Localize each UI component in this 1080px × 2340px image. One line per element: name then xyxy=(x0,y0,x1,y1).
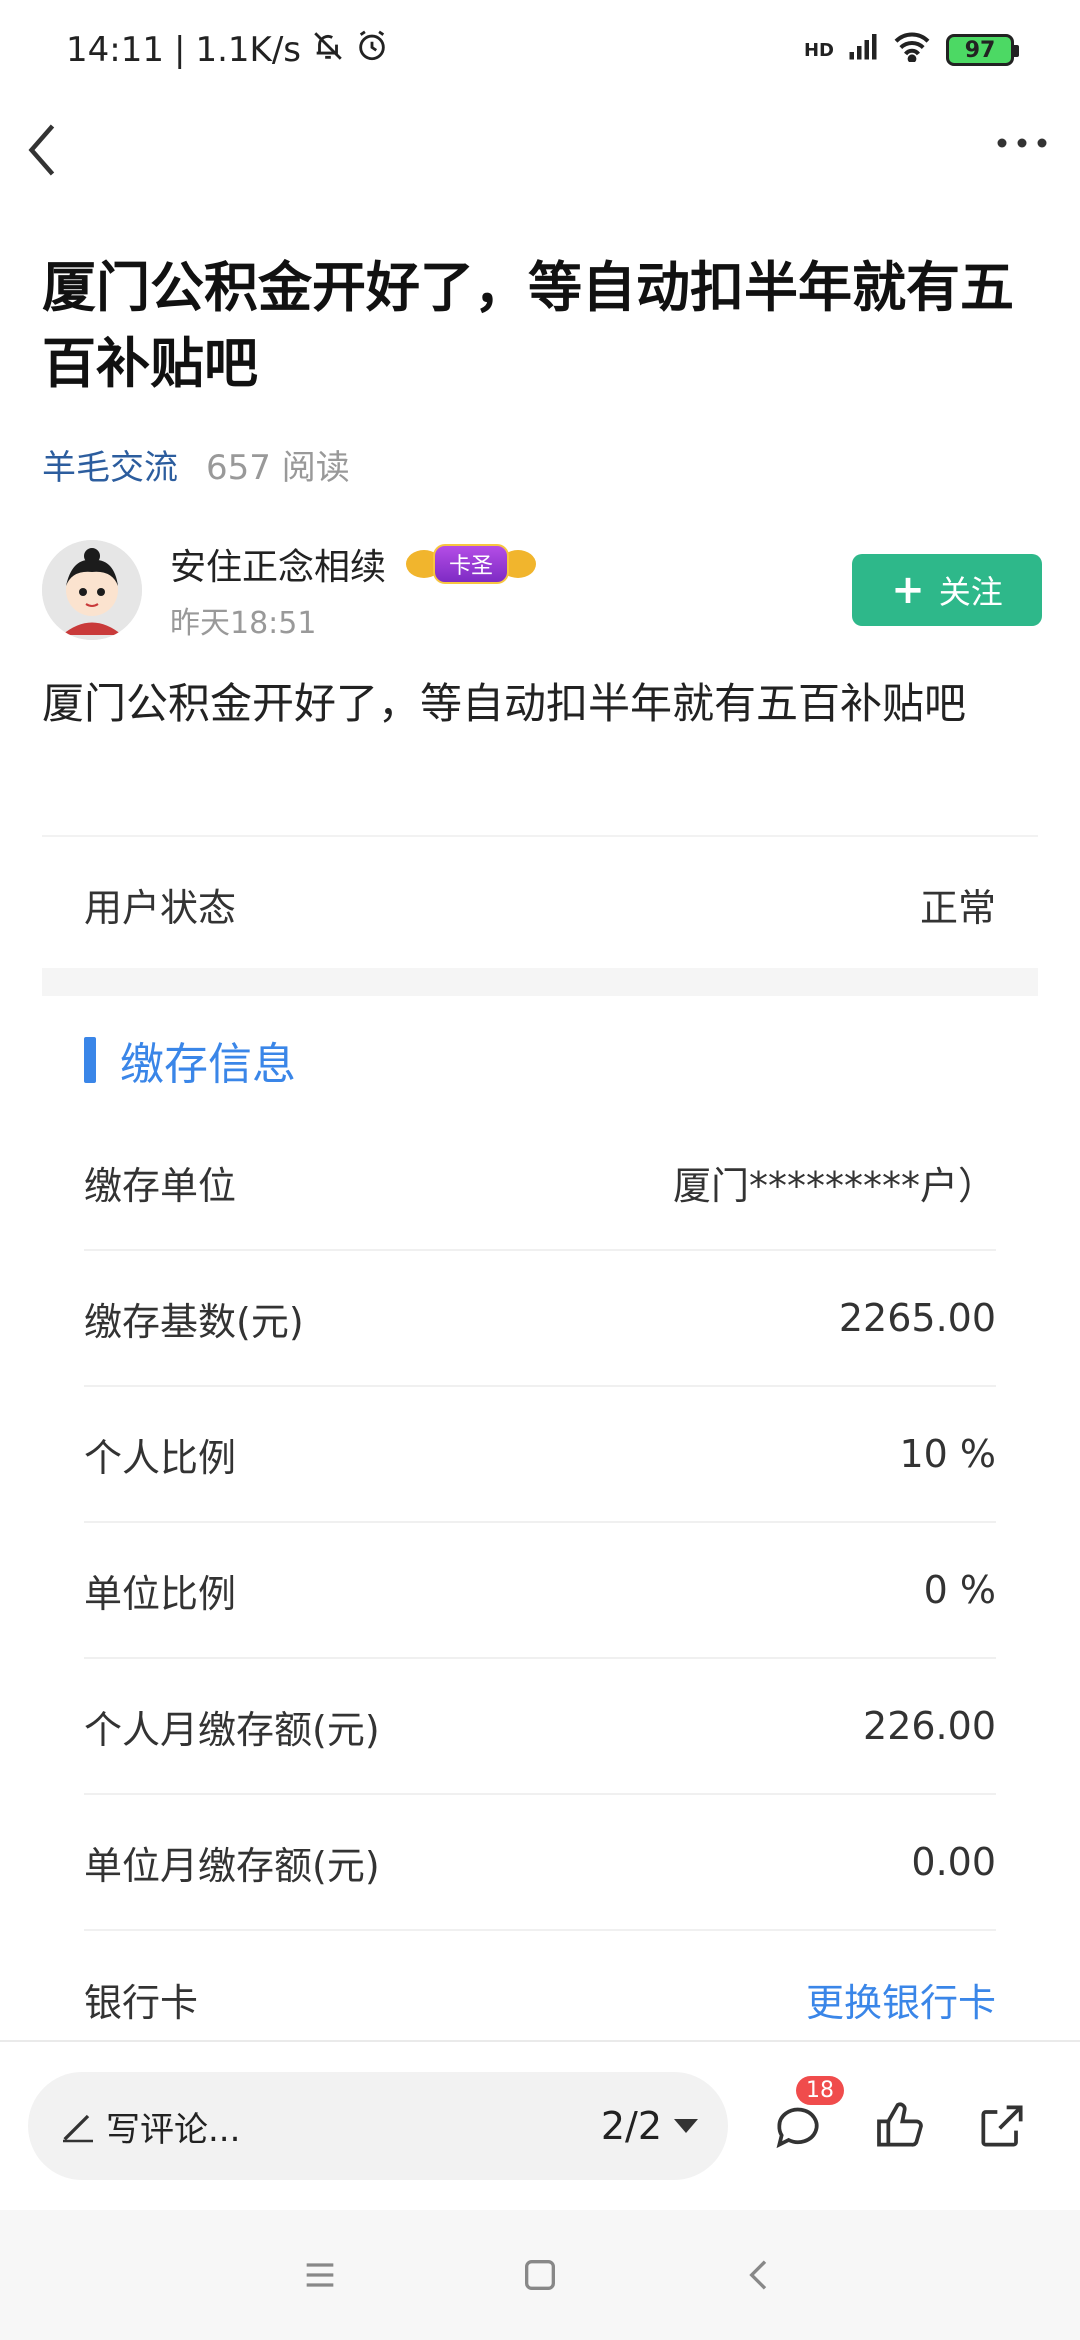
read-count: 657 阅读 xyxy=(206,448,350,488)
article-meta: 羊毛交流 657 阅读 xyxy=(42,440,350,489)
status-time: 14:11 xyxy=(66,30,164,70)
row-value: 0 % xyxy=(923,1568,996,1612)
more-button[interactable] xyxy=(992,122,1052,172)
page-indicator: 2/2 xyxy=(600,2104,662,2148)
pen-icon xyxy=(63,2114,93,2143)
list-item: 缴存基数(元) 2265.00 xyxy=(84,1251,996,1387)
article-title: 厦门公积金开好了，等自动扣半年就有五百补贴吧 xyxy=(42,256,1014,395)
thumbs-up-icon xyxy=(877,2102,923,2147)
status-card: 用户状态 正常 xyxy=(42,835,1038,965)
nav-bar xyxy=(0,100,1080,190)
row-label: 单位月缴存额(元) xyxy=(84,1843,380,1888)
bottom-action-bar: 写评论... 2/2 18 xyxy=(0,2040,1080,2210)
section-divider xyxy=(42,968,1038,996)
row-label: 用户状态 xyxy=(84,885,237,930)
battery-level: 97 xyxy=(964,37,996,63)
row-label: 个人比例 xyxy=(84,1435,237,1480)
comment-button[interactable]: 18 xyxy=(770,2076,844,2154)
caret-down-icon xyxy=(674,2119,698,2133)
change-bank-card-link[interactable]: 更换银行卡 xyxy=(806,1972,996,2027)
list-item: 个人月缴存额(元) 226.00 xyxy=(84,1659,996,1795)
share-button[interactable] xyxy=(974,2098,1030,2154)
page-selector[interactable]: 2/2 xyxy=(601,2104,698,2148)
home-button[interactable] xyxy=(520,2255,560,2295)
list-item: 单位月缴存额(元) 0.00 xyxy=(84,1795,996,1931)
list-item: 个人比例 10 % xyxy=(84,1387,996,1523)
alarm-icon xyxy=(355,29,389,72)
back-button[interactable] xyxy=(20,120,70,176)
level-badge: 卡圣 xyxy=(406,544,537,584)
wifi-icon xyxy=(892,30,932,71)
author-name[interactable]: 安住正念相续 xyxy=(170,538,386,590)
category-link[interactable]: 羊毛交流 xyxy=(42,440,178,489)
status-bar: 14:11 | 1.1K/s HD 97 xyxy=(0,0,1080,100)
system-back-button[interactable] xyxy=(740,2255,780,2295)
back-arrow-icon xyxy=(749,2260,767,2290)
like-button[interactable] xyxy=(872,2098,928,2154)
section-header: 缴存信息 xyxy=(84,1030,296,1090)
comment-input[interactable]: 写评论... 2/2 xyxy=(28,2072,728,2180)
avatar-image xyxy=(42,540,142,640)
list-item: 单位比例 0 % xyxy=(84,1523,996,1659)
info-list: 缴存单位 厦门*********户） 缴存基数(元) 2265.00 个人比例 … xyxy=(84,1115,996,2067)
comment-bubble-icon xyxy=(776,2107,819,2149)
post-time: 昨天18:51 xyxy=(170,606,317,641)
row-value: 2265.00 xyxy=(838,1296,996,1340)
section-marker xyxy=(84,1037,96,1083)
signal-icon xyxy=(848,30,878,70)
row-value: 10 % xyxy=(899,1432,996,1476)
row-label: 单位比例 xyxy=(84,1571,237,1616)
article-body: 厦门公积金开好了，等自动扣半年就有五百补贴吧 xyxy=(42,679,967,728)
menu-icon xyxy=(306,2263,334,2287)
hd-label: HD xyxy=(803,39,834,61)
row-label: 银行卡 xyxy=(84,1980,199,2025)
share-icon xyxy=(981,2105,1023,2147)
avatar[interactable] xyxy=(42,540,142,640)
row-label: 缴存单位 xyxy=(84,1163,237,1208)
status-speed: 1.1K/s xyxy=(195,30,301,70)
plus-icon: + xyxy=(891,567,925,613)
system-nav-bar xyxy=(0,2210,1080,2340)
row-label: 缴存基数(元) xyxy=(84,1299,304,1344)
mute-icon xyxy=(311,29,345,72)
row-value: 226.00 xyxy=(863,1704,996,1748)
comment-count-badge: 18 xyxy=(796,2076,844,2105)
list-item: 缴存单位 厦门*********户） xyxy=(84,1115,996,1251)
section-title: 缴存信息 xyxy=(120,1039,296,1090)
row-value: 正常 xyxy=(919,885,996,930)
row-value: 0.00 xyxy=(911,1840,996,1884)
menu-button[interactable] xyxy=(300,2255,340,2295)
row-value: 厦门*********户） xyxy=(672,1163,996,1208)
home-square-icon xyxy=(525,2260,555,2290)
follow-button[interactable]: + 关注 xyxy=(852,554,1042,626)
battery-icon: 97 xyxy=(946,34,1019,66)
author-row: 安住正念相续 卡圣 昨天18:51 + 关注 xyxy=(42,535,1042,645)
comment-placeholder: 写评论... xyxy=(106,2109,241,2150)
more-dots-icon xyxy=(997,138,1047,148)
badge-label: 卡圣 xyxy=(433,544,510,584)
row-label: 个人月缴存额(元) xyxy=(84,1707,380,1752)
status-row: 用户状态 正常 xyxy=(42,837,1038,971)
chevron-left-icon xyxy=(28,124,55,176)
follow-label: 关注 xyxy=(938,573,1003,611)
